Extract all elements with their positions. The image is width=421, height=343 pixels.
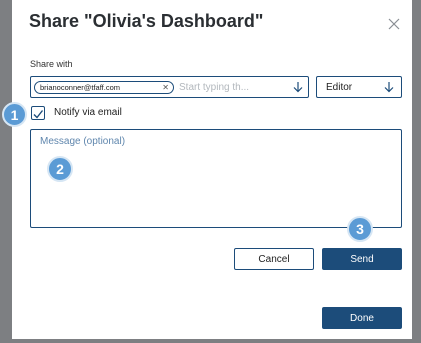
notify-checkbox[interactable]: [31, 106, 45, 120]
recipient-field[interactable]: brianoconner@tfaff.com ✕: [30, 76, 309, 98]
backdrop-right: [412, 0, 421, 343]
notify-label: Notify via email: [54, 107, 122, 118]
chip-remove-icon[interactable]: ✕: [162, 82, 169, 93]
message-box[interactable]: [30, 129, 402, 228]
share-with-label: Share with: [30, 59, 73, 69]
close-icon[interactable]: [386, 16, 402, 32]
send-button[interactable]: Send: [322, 248, 402, 270]
recipient-input[interactable]: [179, 80, 289, 95]
cancel-button[interactable]: Cancel: [234, 248, 314, 270]
recipient-chip[interactable]: brianoconner@tfaff.com ✕: [34, 81, 174, 94]
step-badge-2: 2: [47, 156, 73, 182]
done-button[interactable]: Done: [322, 307, 402, 329]
recipient-chip-email: brianoconner@tfaff.com: [40, 83, 121, 92]
step-badge-3: 3: [347, 216, 373, 242]
dialog-title: Share "Olivia's Dashboard": [29, 11, 264, 31]
arrow-down-icon[interactable]: [291, 80, 305, 94]
message-input[interactable]: [31, 130, 401, 227]
step-badge-1: 1: [2, 102, 27, 127]
role-select[interactable]: Editor: [316, 76, 402, 98]
checkmark-icon: [33, 110, 44, 119]
backdrop-bottom: [0, 339, 421, 343]
arrow-down-icon: [382, 80, 396, 94]
role-value: Editor: [326, 82, 353, 93]
backdrop-left: [0, 0, 12, 343]
